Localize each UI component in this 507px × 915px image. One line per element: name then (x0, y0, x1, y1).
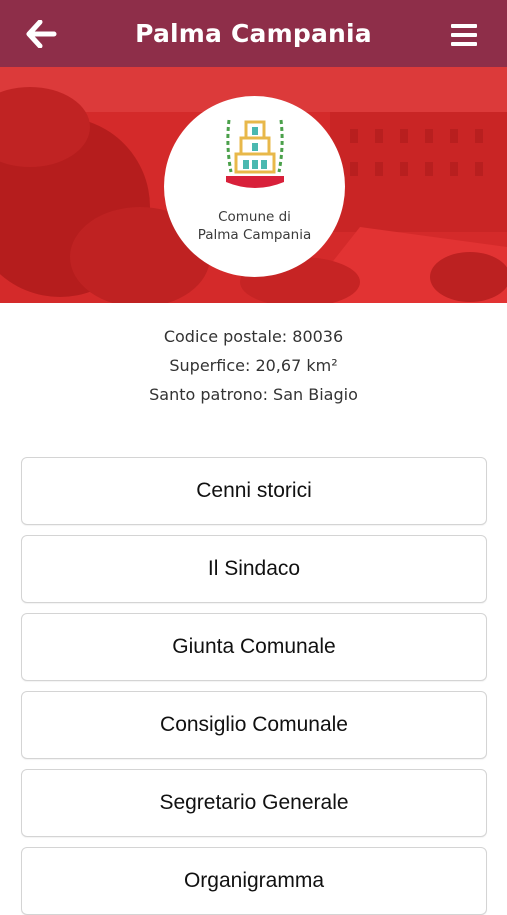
postal-code-text: Codice postale: 80036 (163, 327, 344, 346)
top-app-bar: Palma Campania (0, 0, 507, 67)
history-button[interactable]: Cenni storici (21, 457, 487, 525)
mayor-button[interactable]: Il Sindaco (21, 535, 487, 603)
hamburger-icon-bar (451, 42, 477, 46)
logo-text-line1: Comune di (218, 209, 291, 225)
page-title: Palma Campania (135, 19, 372, 48)
hamburger-icon-bar (451, 33, 477, 37)
municipality-logo: Comune di Palma Campania (164, 96, 345, 277)
general-secretary-button[interactable]: Segretario Generale (21, 769, 487, 837)
organization-chart-button[interactable]: Organigramma (21, 847, 487, 915)
patron-saint-text: Santo patrono: San Biagio (149, 385, 358, 404)
town-info: Codice postale: 80036 Superfice: 20,67 k… (0, 325, 507, 412)
menu-button[interactable] (451, 24, 479, 46)
back-button[interactable] (26, 19, 60, 49)
hamburger-icon (451, 24, 477, 28)
area-text: Superfice: 20,67 km² (169, 356, 338, 375)
tower-emblem-icon (226, 119, 284, 188)
municipal-council-executive-button[interactable]: Giunta Comunale (21, 613, 487, 681)
logo-text-line2: Palma Campania (197, 227, 312, 243)
municipal-council-button[interactable]: Consiglio Comunale (21, 691, 487, 759)
hero-banner: Comune di Palma Campania (0, 67, 507, 303)
arrow-left-icon (26, 19, 57, 49)
